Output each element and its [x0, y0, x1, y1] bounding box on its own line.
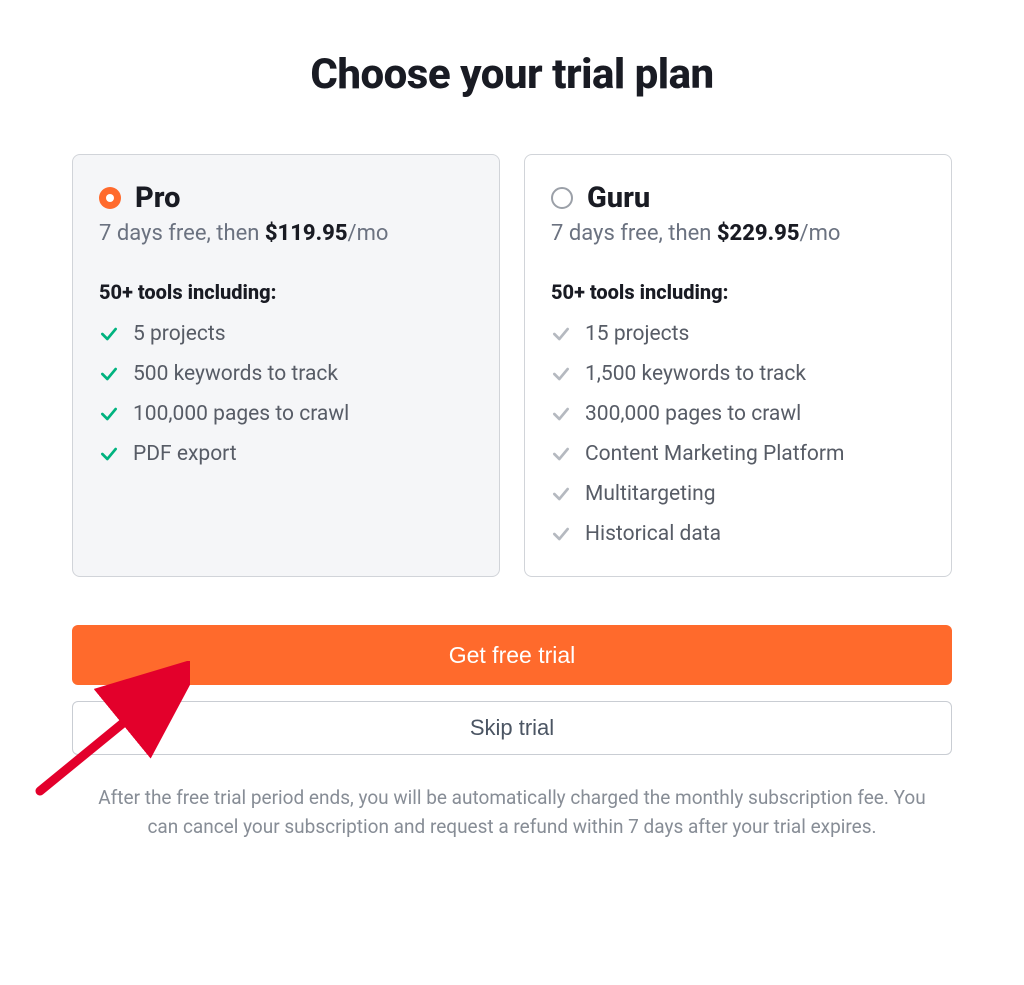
- check-icon: [551, 444, 571, 464]
- feature-item: 5 projects: [99, 322, 473, 346]
- feature-label: 15 projects: [585, 322, 689, 346]
- feature-label: 500 keywords to track: [133, 362, 338, 386]
- price-amount: $229.95: [717, 221, 800, 246]
- feature-item: 300,000 pages to crawl: [551, 402, 925, 426]
- price-amount: $119.95: [265, 221, 348, 246]
- feature-item: 1,500 keywords to track: [551, 362, 925, 386]
- check-icon: [551, 324, 571, 344]
- feature-item: Historical data: [551, 522, 925, 546]
- price-prefix: 7 days free, then: [551, 221, 717, 246]
- radio-pro[interactable]: [99, 187, 121, 209]
- button-group: Get free trial Skip trial: [72, 625, 952, 755]
- plan-name: Guru: [587, 181, 650, 215]
- tools-title: 50+ tools including:: [99, 280, 473, 304]
- check-icon: [551, 404, 571, 424]
- feature-label: Multitargeting: [585, 482, 716, 506]
- page-title: Choose your trial plan: [72, 50, 952, 99]
- feature-item: 100,000 pages to crawl: [99, 402, 473, 426]
- feature-item: 15 projects: [551, 322, 925, 346]
- radio-guru[interactable]: [551, 187, 573, 209]
- feature-label: 5 projects: [133, 322, 226, 346]
- plan-card-guru[interactable]: Guru 7 days free, then $229.95/mo 50+ tool…: [524, 154, 952, 577]
- get-free-trial-button[interactable]: Get free trial: [72, 625, 952, 685]
- plan-list: Pro 7 days free, then $119.95/mo 50+ tools…: [72, 154, 952, 577]
- price-suffix: /mo: [348, 221, 389, 246]
- feature-label: Historical data: [585, 522, 721, 546]
- check-icon: [551, 484, 571, 504]
- feature-label: 300,000 pages to crawl: [585, 402, 801, 426]
- plan-header: Guru: [551, 181, 925, 215]
- feature-label: 1,500 keywords to track: [585, 362, 806, 386]
- plan-name: Pro: [135, 181, 180, 215]
- check-icon: [99, 444, 119, 464]
- disclaimer-text: After the free trial period ends, you wi…: [72, 783, 952, 842]
- feature-label: 100,000 pages to crawl: [133, 402, 349, 426]
- price-suffix: /mo: [800, 221, 841, 246]
- plan-price-line: 7 days free, then $229.95/mo: [551, 221, 925, 246]
- check-icon: [551, 524, 571, 544]
- feature-item: Content Marketing Platform: [551, 442, 925, 466]
- check-icon: [99, 404, 119, 424]
- check-icon: [99, 324, 119, 344]
- feature-item: 500 keywords to track: [99, 362, 473, 386]
- plan-header: Pro: [99, 181, 473, 215]
- feature-item: Multitargeting: [551, 482, 925, 506]
- feature-label: PDF export: [133, 442, 237, 466]
- feature-item: PDF export: [99, 442, 473, 466]
- feature-list: 5 projects 500 keywords to track 100,000 p…: [99, 322, 473, 466]
- plan-card-pro[interactable]: Pro 7 days free, then $119.95/mo 50+ tools…: [72, 154, 500, 577]
- plan-price-line: 7 days free, then $119.95/mo: [99, 221, 473, 246]
- tools-title: 50+ tools including:: [551, 280, 925, 304]
- check-icon: [99, 364, 119, 384]
- check-icon: [551, 364, 571, 384]
- feature-list: 15 projects 1,500 keywords to track 300,00…: [551, 322, 925, 546]
- feature-label: Content Marketing Platform: [585, 442, 844, 466]
- price-prefix: 7 days free, then: [99, 221, 265, 246]
- skip-trial-button[interactable]: Skip trial: [72, 701, 952, 755]
